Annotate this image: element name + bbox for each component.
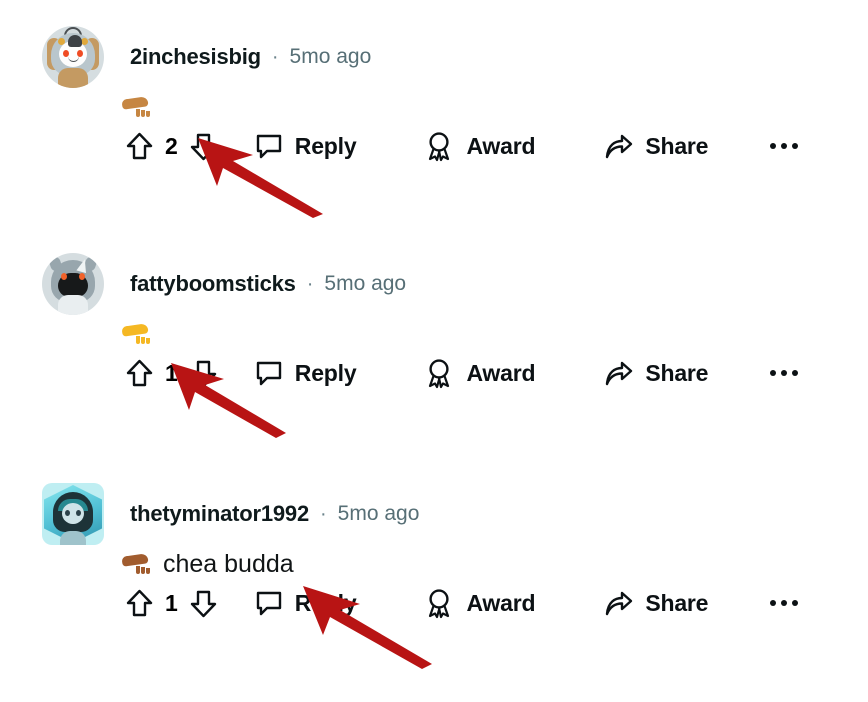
reply-button[interactable]: Reply — [255, 360, 357, 387]
comment-bubble-icon — [255, 590, 283, 617]
comment-timestamp: 5mo ago — [324, 272, 407, 295]
share-button[interactable]: Share — [603, 360, 708, 387]
comment-text: chea budda — [163, 549, 294, 578]
comment-body — [0, 90, 868, 124]
award-button[interactable]: Award — [424, 588, 536, 619]
comment-item: fattyboomsticks · 5mo ago 1 Reply Award … — [0, 251, 868, 395]
award-button[interactable]: Award — [424, 131, 536, 162]
award-label: Award — [466, 359, 536, 386]
comment-action-bar: 2 Reply Award Share — [0, 124, 868, 168]
comment-bubble-icon — [255, 360, 283, 387]
award-button[interactable]: Award — [424, 358, 536, 389]
share-arrow-icon — [603, 590, 633, 617]
reply-button[interactable]: Reply — [255, 133, 357, 160]
comment-author[interactable]: fattyboomsticks — [130, 271, 296, 297]
vote-count: 1 — [165, 359, 178, 386]
comment-bubble-icon — [255, 133, 283, 160]
comment-action-bar: 1 Reply Award Share — [0, 581, 868, 625]
upvote-icon[interactable] — [126, 589, 153, 618]
award-medal-icon — [424, 588, 454, 619]
downvote-icon[interactable] — [190, 359, 217, 388]
meta-separator: · — [306, 272, 314, 295]
comment-item: 2inchesisbig · 5mo ago 2 Reply Award Sha… — [0, 24, 868, 168]
comment-author[interactable]: thetyminator1992 — [130, 501, 309, 527]
comment-author[interactable]: 2inchesisbig — [130, 44, 261, 70]
share-button[interactable]: Share — [603, 133, 708, 160]
comment-header: fattyboomsticks · 5mo ago — [0, 251, 868, 317]
avatar[interactable] — [42, 26, 104, 88]
more-options-icon[interactable] — [770, 370, 799, 376]
award-label: Award — [466, 589, 536, 616]
comment-header: 2inchesisbig · 5mo ago — [0, 24, 868, 90]
pinching-hand-icon — [121, 323, 155, 345]
more-options-icon[interactable] — [770, 600, 799, 606]
meta-separator: · — [271, 45, 279, 68]
comment-item: thetyminator1992 · 5mo ago chea budda 1 … — [0, 481, 868, 625]
vote-count: 1 — [165, 589, 178, 616]
award-label: Award — [466, 132, 536, 159]
avatar[interactable] — [42, 483, 104, 545]
share-button[interactable]: Share — [603, 590, 708, 617]
share-label: Share — [645, 132, 709, 159]
comment-timestamp: 5mo ago — [337, 502, 420, 525]
more-options-icon[interactable] — [770, 143, 799, 149]
meta-separator: · — [319, 502, 327, 525]
share-arrow-icon — [603, 360, 633, 387]
share-arrow-icon — [603, 133, 633, 160]
pinching-hand-icon — [121, 96, 155, 118]
comment-header: thetyminator1992 · 5mo ago — [0, 481, 868, 547]
avatar[interactable] — [42, 253, 104, 315]
reply-label: Reply — [294, 589, 357, 616]
downvote-icon[interactable] — [190, 132, 217, 161]
comment-thread: 2inchesisbig · 5mo ago 2 Reply Award Sha… — [0, 0, 868, 702]
downvote-icon[interactable] — [190, 589, 217, 618]
reply-label: Reply — [294, 359, 357, 386]
upvote-icon[interactable] — [126, 359, 153, 388]
reply-label: Reply — [294, 132, 357, 159]
vote-count: 2 — [165, 132, 178, 159]
comment-body — [0, 317, 868, 351]
pinching-hand-icon — [121, 553, 155, 575]
upvote-icon[interactable] — [126, 132, 153, 161]
award-medal-icon — [424, 131, 454, 162]
share-label: Share — [645, 589, 709, 616]
award-medal-icon — [424, 358, 454, 389]
comment-action-bar: 1 Reply Award Share — [0, 351, 868, 395]
comment-timestamp: 5mo ago — [289, 45, 372, 68]
reply-button[interactable]: Reply — [255, 590, 357, 617]
share-label: Share — [645, 359, 709, 386]
comment-body: chea budda — [0, 547, 868, 581]
